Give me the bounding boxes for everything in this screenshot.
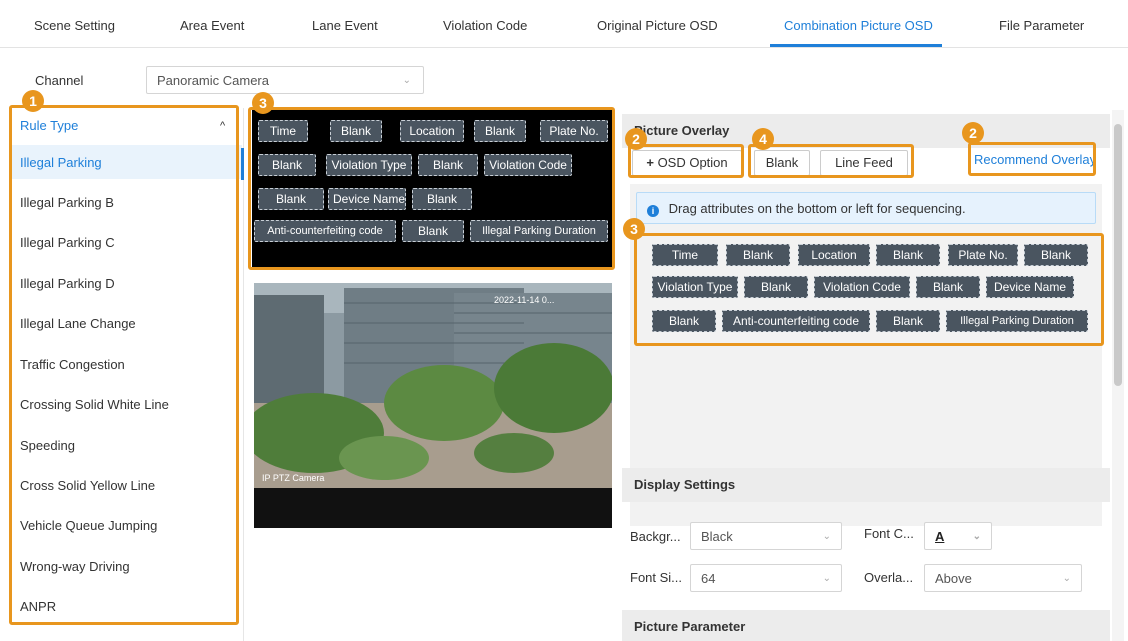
active-tab-indicator <box>770 44 942 47</box>
annotation-badge-4: 4 <box>752 128 774 150</box>
chevron-down-icon: ⌄ <box>822 531 831 542</box>
annotation-box-3 <box>248 107 615 270</box>
annotation-box-3b <box>634 233 1104 346</box>
tab-violation-code[interactable]: Violation Code <box>443 18 527 33</box>
overlay-position-value: Above <box>935 571 972 586</box>
annotation-box-4 <box>748 144 914 178</box>
channel-label: Channel <box>35 73 84 88</box>
font-size-label: Font Si... <box>630 570 683 585</box>
tab-file-parameter[interactable]: File Parameter <box>999 18 1084 33</box>
channel-select[interactable]: Panoramic Camera ⌄ <box>146 66 424 94</box>
settings-scrollbar[interactable] <box>1112 110 1124 641</box>
display-settings-header: Display Settings <box>622 468 1110 502</box>
tab-lane-event[interactable]: Lane Event <box>312 18 378 33</box>
info-text: Drag attributes on the bottom or left fo… <box>668 201 966 216</box>
tab-scene-setting[interactable]: Scene Setting <box>34 18 115 33</box>
chevron-down-icon: ⌄ <box>1062 573 1071 584</box>
camera-snapshot: 2022-11-14 0... IP PTZ Camera <box>254 283 612 528</box>
overlay-position-select[interactable]: Above ⌄ <box>924 564 1082 592</box>
background-value: Black <box>701 529 733 544</box>
annotation-box-2b <box>968 142 1096 176</box>
tab-original-picture-osd[interactable]: Original Picture OSD <box>597 18 718 33</box>
rule-active-indicator <box>241 148 244 180</box>
camera-timestamp: 2022-11-14 0... <box>494 295 554 305</box>
background-label: Backgr... <box>630 529 681 544</box>
info-icon: i <box>647 205 659 217</box>
picture-parameter-header: Picture Parameter <box>622 610 1110 641</box>
font-color-select[interactable]: A ⌄ <box>924 522 992 550</box>
chevron-down-icon: ⌄ <box>402 75 411 86</box>
annotation-badge-3b: 3 <box>623 218 645 240</box>
tab-bar: Scene Setting Area Event Lane Event Viol… <box>0 0 1128 48</box>
annotation-badge-2b: 2 <box>962 122 984 144</box>
info-bar: i Drag attributes on the bottom or left … <box>636 192 1096 224</box>
scroll-thumb[interactable] <box>1114 124 1122 386</box>
tab-area-event[interactable]: Area Event <box>180 18 244 33</box>
channel-value: Panoramic Camera <box>157 73 269 88</box>
font-size-value: 64 <box>701 571 716 586</box>
font-color-label: Font C... <box>864 526 914 541</box>
overlay-position-label: Overla... <box>864 570 914 585</box>
font-color-value: A <box>935 529 945 544</box>
background-select[interactable]: Black ⌄ <box>690 522 842 550</box>
annotation-badge-2a: 2 <box>625 128 647 150</box>
annotation-badge-1: 1 <box>22 90 44 112</box>
camera-scene-image: 2022-11-14 0... IP PTZ Camera <box>254 283 612 528</box>
annotation-box-1 <box>9 105 239 625</box>
tab-combination-picture-osd[interactable]: Combination Picture OSD <box>784 18 933 33</box>
annotation-box-2a <box>628 144 744 178</box>
chevron-down-icon: ⌄ <box>972 531 981 542</box>
chevron-down-icon: ⌄ <box>822 573 831 584</box>
annotation-badge-3: 3 <box>252 92 274 114</box>
font-size-select[interactable]: 64 ⌄ <box>690 564 842 592</box>
settings-panel: Picture Overlay + OSD Option Blank Line … <box>622 110 1110 641</box>
camera-watermark: IP PTZ Camera <box>262 473 324 483</box>
